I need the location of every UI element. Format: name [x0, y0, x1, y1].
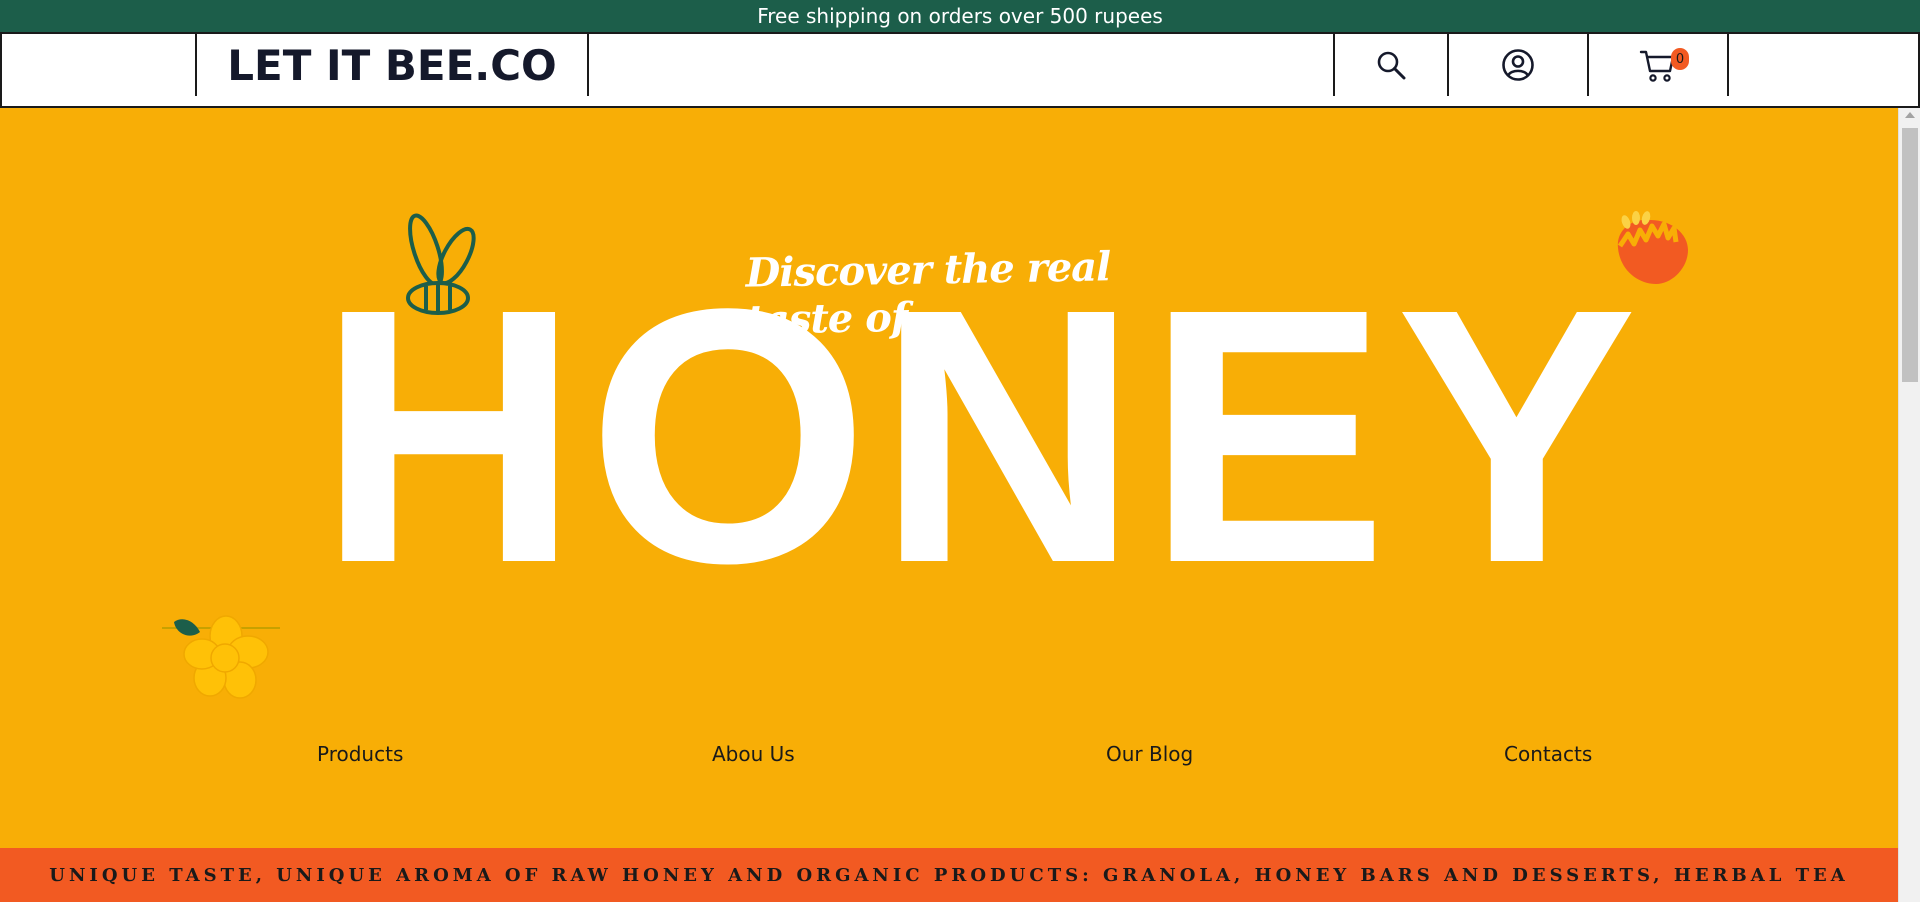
search-icon — [1377, 51, 1406, 80]
nav-item-products[interactable]: Products — [317, 742, 403, 766]
account-button[interactable] — [1447, 34, 1589, 96]
announcement-bar: Free shipping on orders over 500 rupees — [0, 0, 1920, 32]
marquee-banner: UNIQUE TASTE, UNIQUE AROMA OF RAW HONEY … — [0, 848, 1898, 902]
marquee-text: UNIQUE TASTE, UNIQUE AROMA OF RAW HONEY … — [49, 864, 1849, 886]
main-nav: Products Abou Us Our Blog Contacts — [0, 742, 1898, 772]
site-header: LET IT BEE.CO 0 — [0, 32, 1920, 108]
scrollbar-thumb[interactable] — [1902, 128, 1918, 382]
flower-icon — [1610, 208, 1692, 295]
flower-icon — [160, 610, 282, 707]
cart-button[interactable]: 0 — [1587, 34, 1729, 96]
logo-link[interactable]: LET IT BEE.CO — [195, 34, 589, 96]
scroll-up-arrow-icon[interactable] — [1905, 112, 1915, 118]
logo: LET IT BEE.CO — [227, 40, 557, 90]
page-scrollbar[interactable] — [1898, 108, 1920, 902]
cart-count-badge: 0 — [1671, 48, 1689, 70]
search-button[interactable] — [1333, 34, 1449, 96]
nav-item-contacts[interactable]: Contacts — [1504, 742, 1592, 766]
hero-headline: HONEY — [318, 233, 1646, 638]
announcement-text: Free shipping on orders over 500 rupees — [757, 4, 1163, 28]
account-icon — [1502, 49, 1534, 81]
nav-item-our-blog[interactable]: Our Blog — [1106, 742, 1193, 766]
nav-item-about-us[interactable]: Abou Us — [712, 742, 795, 766]
hero-banner: Discover the real taste of HONEY — [0, 108, 1898, 848]
